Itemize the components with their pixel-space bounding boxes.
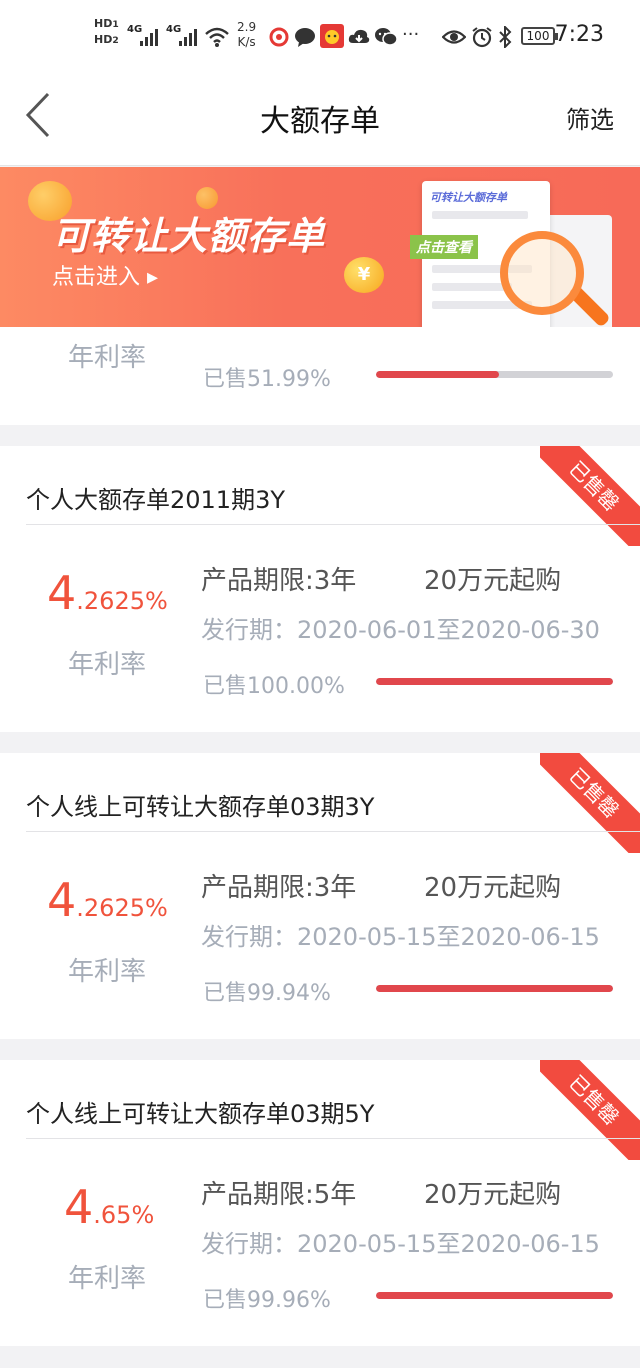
lion-app-icon	[320, 24, 344, 48]
sold-progress-bar	[376, 1292, 613, 1299]
more-notifications-icon: ···	[402, 23, 420, 45]
minimum-purchase: 20万元起购	[424, 873, 562, 903]
product-term: 产品期限:3年	[201, 566, 357, 596]
sold-out-badge: 已售罄	[540, 753, 640, 853]
yuan-coin-icon: ¥	[344, 257, 384, 293]
sold-progress-bar	[376, 371, 613, 378]
rate-label: 年利率	[68, 1264, 147, 1294]
rate-label: 年利率	[68, 650, 147, 680]
sold-percentage: 已售51.99%	[203, 367, 331, 392]
wechat-icon	[375, 28, 398, 46]
promo-banner[interactable]: ¥ 可转让大额存单 点击进入 ▸ 可转让大额存单 点击查看	[0, 167, 640, 327]
bluetooth-icon	[499, 26, 512, 48]
alarm-icon	[472, 27, 492, 48]
issue-period: 发行期：2020-05-15至2020-06-15	[201, 1230, 600, 1258]
rate-label: 年利率	[68, 957, 147, 987]
product-title: 个人线上可转让大额存单03期3Y	[26, 793, 375, 821]
divider	[26, 831, 640, 832]
product-card[interactable]: 个人线上可转让大额存单03期3Y 已售罄 4.2625% 年利率 产品期限:3年…	[0, 753, 640, 1039]
rate-decimal: .2625%	[76, 894, 168, 922]
banner-title: 可转让大额存单	[52, 214, 326, 258]
sold-percentage: 已售99.96%	[203, 1288, 331, 1313]
page-title: 大额存单	[260, 104, 380, 139]
sold-out-ribbon: 已售罄	[540, 753, 640, 853]
filter-button[interactable]: 筛选	[566, 100, 614, 135]
product-card-partial[interactable]: 年利率 已售51.99%	[0, 327, 640, 425]
status-time: 7:23	[554, 22, 604, 47]
issue-period: 发行期：2020-05-15至2020-06-15	[201, 923, 600, 951]
signal-icon-2	[179, 29, 197, 46]
issue-period: 发行期：2020-06-01至2020-06-30	[201, 616, 600, 644]
product-term: 产品期限:5年	[201, 1180, 357, 1210]
sold-percentage: 已售100.00%	[203, 674, 345, 699]
minimum-purchase: 20万元起购	[424, 566, 562, 596]
rate-decimal: .2625%	[76, 587, 168, 615]
status-bar: HD1 HD2 4G 4G 2.9 K/s ··· 100 7:23	[0, 0, 640, 72]
divider	[26, 1138, 640, 1139]
sold-percentage: 已售99.94%	[203, 981, 331, 1006]
rate-integer: 4	[64, 1180, 94, 1234]
app-notification-icon	[269, 27, 289, 47]
product-term: 产品期限:3年	[201, 873, 357, 903]
sold-progress-bar	[376, 985, 613, 992]
rate-label: 年利率	[68, 343, 147, 373]
interest-rate: 4.65%	[64, 1180, 154, 1234]
wifi-icon	[205, 27, 229, 47]
cloud-download-icon	[348, 29, 370, 43]
network-speed: 2.9 K/s	[237, 20, 257, 49]
signal-icon-1	[140, 29, 158, 46]
hd-voice-icon: HD1 HD2	[94, 17, 119, 46]
interest-rate: 4.2625%	[47, 566, 168, 620]
sold-progress-bar	[376, 678, 613, 685]
product-title: 个人线上可转让大额存单03期5Y	[26, 1100, 375, 1128]
sold-out-badge: 已售罄	[540, 446, 640, 546]
battery-icon: 100	[521, 27, 558, 45]
sold-out-ribbon: 已售罄	[540, 446, 640, 546]
eye-comfort-icon	[442, 30, 466, 44]
product-card[interactable]: 个人大额存单2011期3Y 已售罄 4.2625% 年利率 产品期限:3年 20…	[0, 446, 640, 732]
interest-rate: 4.2625%	[47, 873, 168, 927]
illustration-tag: 点击查看	[410, 235, 478, 259]
magnifier-icon	[500, 231, 584, 315]
banner-enter-link[interactable]: 点击进入 ▸	[52, 259, 158, 291]
sold-out-badge: 已售罄	[540, 1060, 640, 1160]
product-title: 个人大额存单2011期3Y	[26, 486, 286, 514]
message-icon	[295, 28, 315, 47]
illustration-heading: 可转让大额存单	[430, 191, 507, 204]
product-card[interactable]: 个人线上可转让大额存单03期5Y 已售罄 4.65% 年利率 产品期限:5年 2…	[0, 1060, 640, 1346]
minimum-purchase: 20万元起购	[424, 1180, 562, 1210]
rate-integer: 4	[47, 873, 77, 927]
rate-integer: 4	[47, 566, 77, 620]
divider	[26, 524, 640, 525]
sold-out-ribbon: 已售罄	[540, 1060, 640, 1160]
rate-decimal: .65%	[93, 1201, 155, 1229]
nav-bar: 大额存单 筛选	[0, 72, 640, 166]
